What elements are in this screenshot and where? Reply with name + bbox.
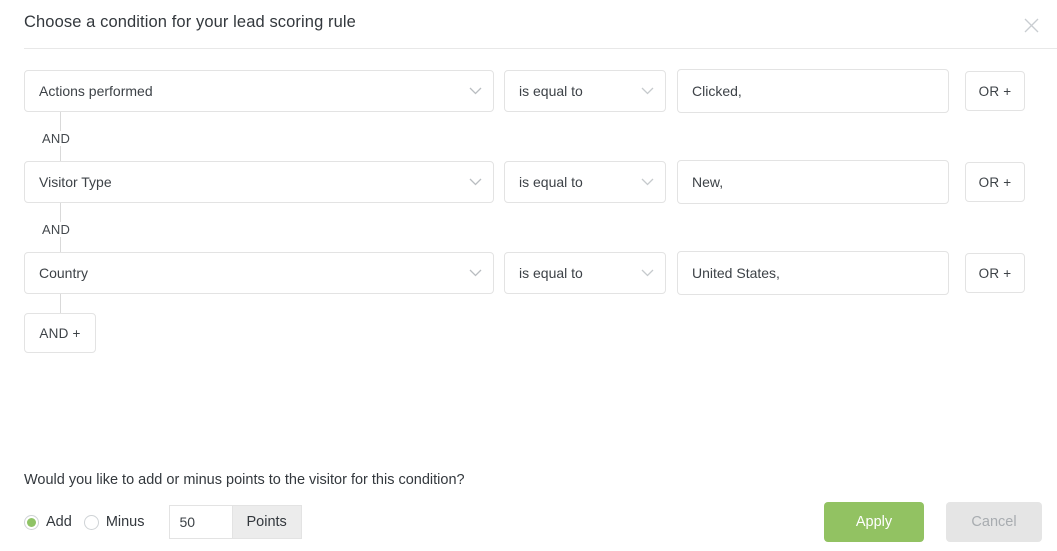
or-add-button-2[interactable]: OR + xyxy=(965,162,1025,202)
page-title: Choose a condition for your lead scoring… xyxy=(24,13,356,31)
or-button-label-1: OR + xyxy=(978,83,1012,99)
or-add-button-3[interactable]: OR + xyxy=(965,253,1025,293)
condition-operator-select-3[interactable]: is equal to xyxy=(504,252,666,294)
condition-row: Visitor Type is equal to New, OR + xyxy=(0,160,1057,204)
lead-scoring-condition-dialog: Choose a condition for your lead scoring… xyxy=(0,0,1057,551)
header-divider xyxy=(24,48,1057,49)
radio-add-indicator xyxy=(24,514,39,530)
condition-operator-select-1[interactable]: is equal to xyxy=(504,70,666,112)
condition-field-select-1[interactable]: Actions performed xyxy=(24,70,494,112)
condition-value-input-3[interactable]: United States, xyxy=(677,251,949,295)
points-input-group: Points xyxy=(168,505,302,539)
points-mode-radio-group: Add Minus xyxy=(24,514,157,530)
connector-label-and-2: AND xyxy=(42,222,77,237)
chevron-down-icon xyxy=(640,266,654,280)
add-condition-button[interactable]: AND + xyxy=(24,313,96,353)
condition-field-label-3: Country xyxy=(39,265,89,281)
condition-operator-label-2: is equal to xyxy=(519,174,583,190)
connector-label-and-1: AND xyxy=(42,131,77,146)
points-input[interactable] xyxy=(168,505,232,539)
footer-actions: Apply Cancel xyxy=(824,502,1042,542)
condition-value-input-1[interactable]: Clicked, xyxy=(677,69,949,113)
condition-field-label-1: Actions performed xyxy=(39,83,153,99)
condition-value-text-3: United States, xyxy=(692,265,780,281)
close-icon xyxy=(1024,18,1039,33)
apply-button[interactable]: Apply xyxy=(824,502,924,542)
condition-field-select-2[interactable]: Visitor Type xyxy=(24,161,494,203)
condition-value-input-2[interactable]: New, xyxy=(677,160,949,204)
condition-value-text-1: Clicked, xyxy=(692,83,742,99)
condition-field-label-2: Visitor Type xyxy=(39,174,112,190)
cancel-button[interactable]: Cancel xyxy=(946,502,1042,542)
chevron-down-icon xyxy=(468,84,482,98)
radio-option-add[interactable]: Add xyxy=(24,514,72,530)
condition-row: Actions performed is equal to Clicked, O… xyxy=(0,69,1057,113)
radio-minus-indicator xyxy=(83,514,99,530)
condition-value-text-2: New, xyxy=(692,174,724,190)
chevron-down-icon xyxy=(640,175,654,189)
condition-field-select-3[interactable]: Country xyxy=(24,252,494,294)
or-button-label-3: OR + xyxy=(978,265,1012,281)
dialog-header: Choose a condition for your lead scoring… xyxy=(0,0,1057,49)
condition-operator-label-1: is equal to xyxy=(519,83,583,99)
condition-row: Country is equal to United States, OR + xyxy=(0,251,1057,295)
or-button-label-2: OR + xyxy=(978,174,1012,190)
add-condition-label: AND + xyxy=(39,325,81,341)
chevron-down-icon xyxy=(468,266,482,280)
points-question-label: Would you like to add or minus points to… xyxy=(24,472,465,488)
radio-dot-icon xyxy=(27,517,36,527)
radio-option-minus[interactable]: Minus xyxy=(83,514,145,530)
close-button[interactable] xyxy=(1019,13,1043,37)
radio-add-label: Add xyxy=(46,514,72,530)
condition-operator-label-3: is equal to xyxy=(519,265,583,281)
chevron-down-icon xyxy=(640,84,654,98)
chevron-down-icon xyxy=(468,175,482,189)
points-controls: Add Minus Points xyxy=(24,502,302,542)
or-add-button-1[interactable]: OR + xyxy=(965,71,1025,111)
points-unit-label: Points xyxy=(231,505,302,539)
radio-minus-label: Minus xyxy=(105,514,145,530)
condition-operator-select-2[interactable]: is equal to xyxy=(504,161,666,203)
